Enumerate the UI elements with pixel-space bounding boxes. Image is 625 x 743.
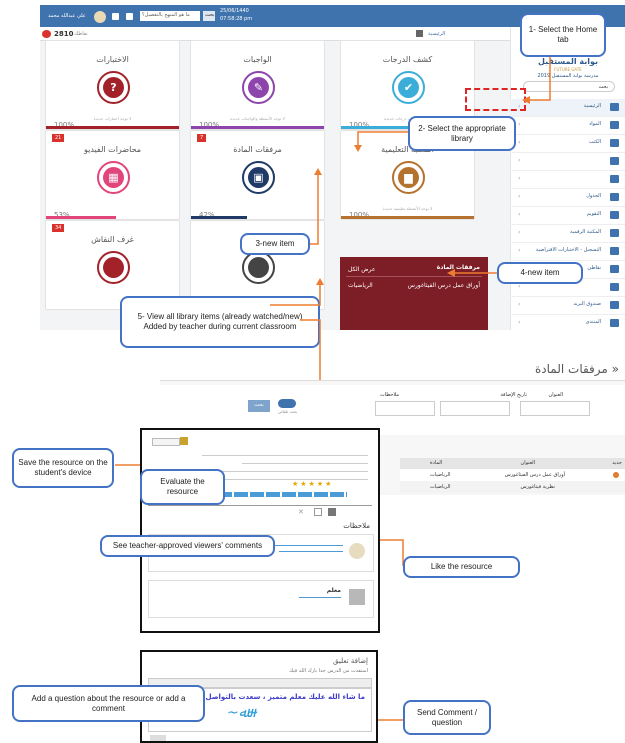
like-icon[interactable] (328, 508, 336, 516)
callout-comments: See teacher-approved viewers' comments (100, 535, 275, 557)
avatar (349, 543, 365, 559)
filter-notes-label: ملاحظات (380, 392, 400, 398)
commenter-name: معلم (326, 587, 341, 594)
arrow-5b (300, 319, 321, 380)
calligraphy-image: ~ﷲ~ (227, 705, 259, 721)
callout-add-comment: Add a question about the resource or add… (12, 685, 205, 722)
callout-save: Save the resource on the student's devic… (12, 448, 114, 488)
comments-title: ملاحظات (343, 522, 370, 530)
callout-evaluate: Evaluate the resource (140, 469, 225, 505)
table-row[interactable]: أوراق عمل درس الفيثاغورس الرياضيات (400, 469, 625, 481)
arrow-3 (310, 175, 319, 245)
filter-title-input[interactable] (520, 401, 590, 416)
table-header: جديد العنوان المادة (400, 458, 625, 469)
send-button[interactable] (150, 735, 166, 741)
avatar (349, 589, 365, 605)
library-title: مرفقات المادة » (535, 362, 619, 376)
callout-like: Like the resource (403, 556, 520, 578)
comment-hint: استفدت من الدرس جدا بارك الله فيك (289, 668, 368, 674)
row-title[interactable]: أوراق عمل درس الفيثاغورس (505, 472, 565, 478)
arrow-2 (357, 131, 408, 145)
filter-date-input[interactable] (440, 401, 510, 416)
col-title: العنوان (520, 460, 535, 466)
table-row[interactable]: نظرية فيثاغورس الرياضيات (400, 481, 625, 493)
col-subject: المادة (430, 460, 443, 466)
filter-date-label: تاريخ الإضافة (500, 392, 527, 398)
user-icon (314, 508, 322, 516)
download-button[interactable] (152, 438, 180, 446)
filter-notes-input[interactable] (375, 401, 435, 416)
comment-card: معلم (148, 580, 374, 618)
resource-detail: ★★★★★ ✕ ملاحظات معلم (140, 428, 380, 633)
rating-stars[interactable]: ★★★★★ (292, 480, 347, 488)
col-new: جديد (612, 460, 622, 466)
add-comment-title: إضافة تعليق (333, 657, 368, 665)
row-title[interactable]: نظرية فيثاغورس (520, 484, 555, 490)
new-dot-icon (613, 472, 619, 478)
folder-icon (180, 437, 188, 445)
auto-search-toggle[interactable] (278, 399, 296, 408)
callout-send: Send Comment / question (403, 700, 491, 735)
filter-title-label: العنوان (548, 392, 563, 398)
comment-text: ما شاء الله عليك معلم متميز ، سعدت بالتو… (188, 693, 365, 701)
close-icon[interactable]: ✕ (298, 508, 306, 516)
row-subject: الرياضيات (430, 472, 451, 478)
filter-search-button[interactable]: بحث (248, 400, 270, 412)
row-subject: الرياضيات (430, 484, 451, 490)
toggle-label: بحث تلقائي (278, 409, 298, 414)
arrow-5a (270, 285, 321, 306)
arrow-1 (530, 57, 551, 101)
